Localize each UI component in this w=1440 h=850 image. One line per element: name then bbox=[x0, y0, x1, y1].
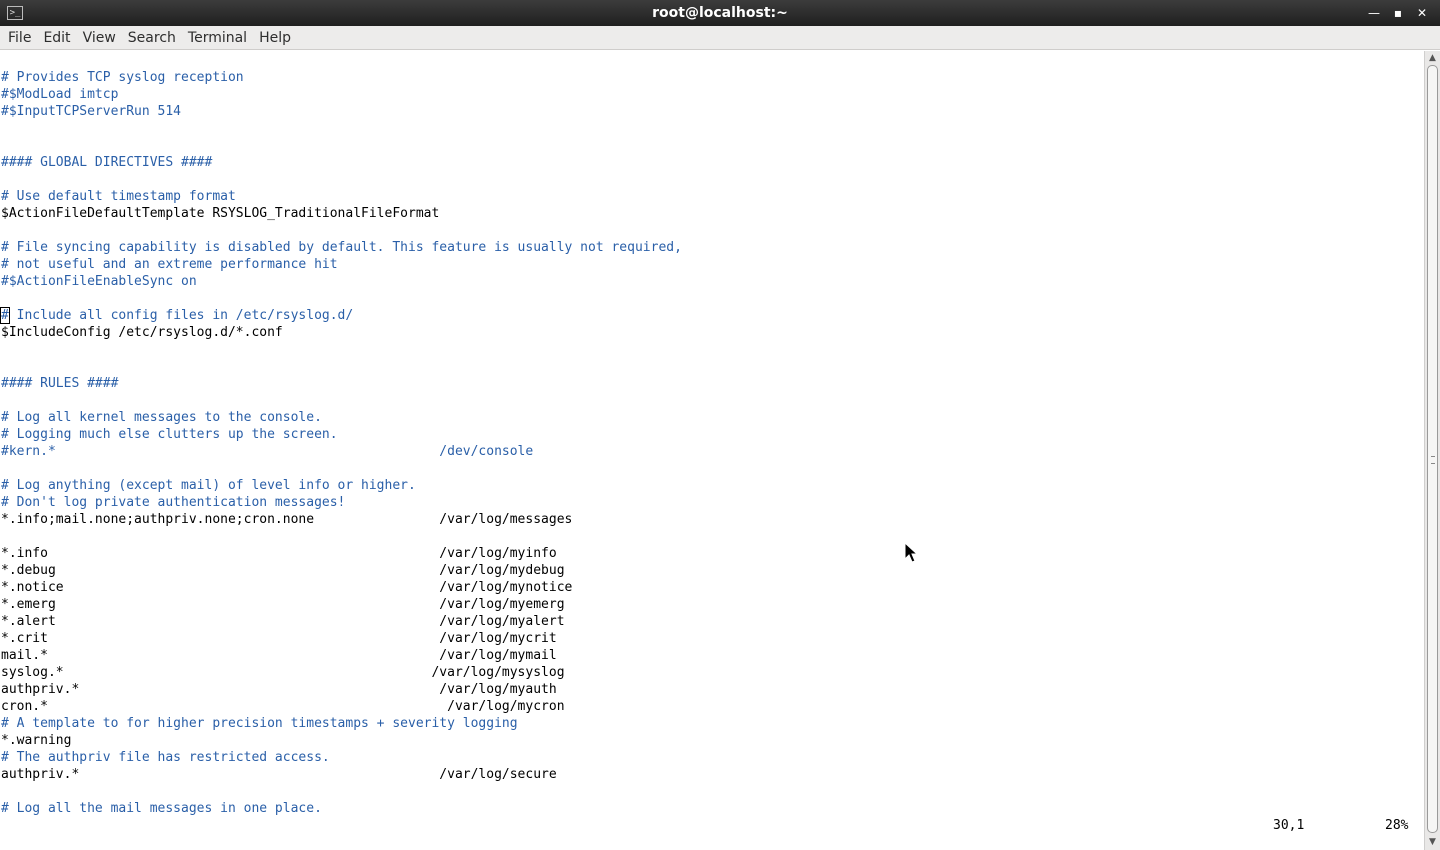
menu-terminal[interactable]: Terminal bbox=[182, 26, 253, 50]
close-icon[interactable]: ✕ bbox=[1410, 0, 1434, 26]
terminal-line: *.crit /var/log/mycrit bbox=[1, 631, 557, 646]
terminal-line: # Log all kernel messages to the console… bbox=[1, 410, 322, 425]
terminal-line: *.alert /var/log/myalert bbox=[1, 614, 565, 629]
terminal-line: $IncludeConfig /etc/rsyslog.d/*.conf bbox=[1, 325, 283, 340]
terminal-line: #$InputTCPServerRun 514 bbox=[1, 104, 182, 119]
scroll-down-icon[interactable]: ▼ bbox=[1427, 836, 1438, 848]
terminal-line: # Use default timestamp format bbox=[1, 189, 236, 204]
terminal-line: mail.* /var/log/mymail bbox=[1, 648, 557, 663]
terminal-line: *.debug /var/log/mydebug bbox=[1, 563, 565, 578]
terminal-line: # Don't log private authentication messa… bbox=[1, 495, 346, 510]
terminal-content[interactable]: # Provides TCP syslog reception #$ModLoad… bbox=[0, 51, 1424, 850]
terminal-line: #### GLOBAL DIRECTIVES #### bbox=[1, 155, 213, 170]
scroll-up-icon[interactable]: ▲ bbox=[1427, 52, 1438, 64]
mouse-pointer-icon bbox=[904, 542, 919, 563]
terminal-line: # Logging much else clutters up the scre… bbox=[1, 427, 338, 442]
terminal-line: # not useful and an extreme performance … bbox=[1, 257, 338, 272]
terminal-line: # The authpriv file has restricted acces… bbox=[1, 750, 330, 765]
terminal-line: # Log all the mail messages in one place… bbox=[1, 801, 322, 816]
terminal-line: *.info;mail.none;authpriv.none;cron.none… bbox=[1, 512, 573, 527]
terminal-line: #$ModLoad imtcp bbox=[1, 87, 119, 102]
text-cursor: # bbox=[0, 307, 10, 324]
menu-help[interactable]: Help bbox=[253, 26, 297, 50]
menu-view[interactable]: View bbox=[77, 26, 122, 50]
terminal-line: # Include all config files in /etc/rsysl… bbox=[0, 307, 354, 324]
terminal-line: *.emerg /var/log/myemerg bbox=[1, 597, 565, 612]
terminal-line: syslog.* /var/log/mysyslog bbox=[1, 665, 565, 680]
scrollbar-thumb[interactable] bbox=[1427, 65, 1438, 833]
cursor-position: 30,1 bbox=[1273, 818, 1305, 833]
menu-edit[interactable]: Edit bbox=[37, 26, 76, 50]
terminal-line: # A template to for higher precision tim… bbox=[1, 716, 518, 731]
vertical-scrollbar[interactable]: ▲ ▼ bbox=[1424, 51, 1440, 850]
minimize-icon[interactable]: — bbox=[1362, 0, 1386, 26]
menu-bar: File Edit View Search Terminal Help bbox=[0, 26, 1440, 50]
terminal-line: #$ActionFileEnableSync on bbox=[1, 274, 197, 289]
maximize-icon[interactable]: ▪ bbox=[1386, 0, 1410, 26]
terminal-line: *.info /var/log/myinfo bbox=[1, 546, 557, 561]
window-controls: — ▪ ✕ bbox=[1362, 0, 1434, 26]
terminal-line: # Log anything (except mail) of level in… bbox=[1, 478, 416, 493]
terminal-line: # Provides TCP syslog reception bbox=[1, 70, 244, 85]
terminal-line: #kern.* /dev/console bbox=[1, 444, 534, 459]
scroll-percent: 28% bbox=[1385, 818, 1409, 833]
terminal-line: # File syncing capability is disabled by… bbox=[1, 240, 682, 255]
terminal-line: #### RULES #### bbox=[1, 376, 119, 391]
menu-file[interactable]: File bbox=[2, 26, 37, 50]
terminal-line: authpriv.* /var/log/myauth bbox=[1, 682, 557, 697]
terminal-line: $ActionFileDefaultTemplate RSYSLOG_Tradi… bbox=[1, 206, 440, 221]
grip-icon bbox=[1431, 456, 1435, 464]
menu-search[interactable]: Search bbox=[122, 26, 182, 50]
window-titlebar[interactable]: >_ root@localhost:~ — ▪ ✕ bbox=[0, 0, 1440, 26]
terminal-line: cron.* /var/log/mycron bbox=[1, 699, 565, 714]
window-title: root@localhost:~ bbox=[652, 5, 788, 21]
terminal-line: *.notice /var/log/mynotice bbox=[1, 580, 573, 595]
terminal-line: authpriv.* /var/log/secure bbox=[1, 767, 557, 782]
terminal-line: *.warning bbox=[1, 733, 72, 748]
